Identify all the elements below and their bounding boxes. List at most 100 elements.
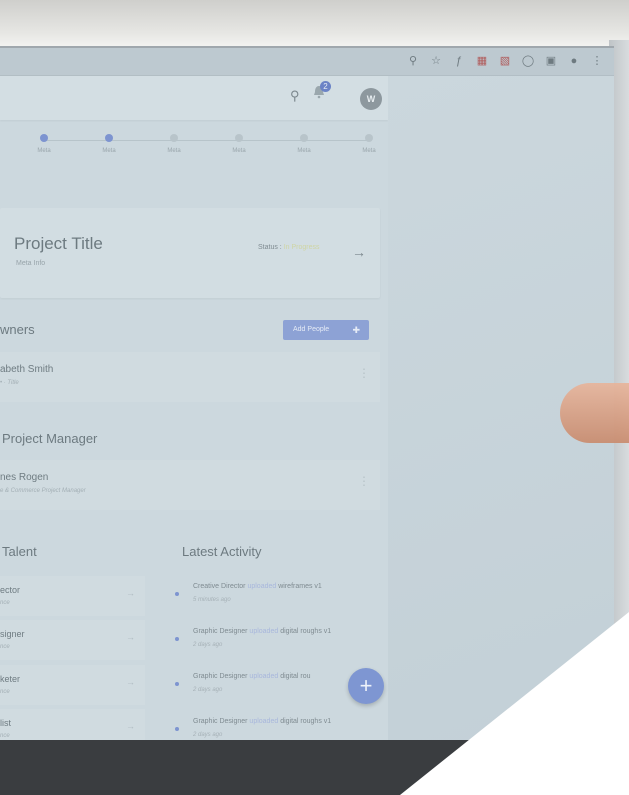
step-dot: [300, 134, 308, 142]
talent-item[interactable]: signer nce →: [0, 620, 145, 660]
activity-object: digital rou: [280, 673, 311, 680]
talent-role: list: [0, 718, 11, 728]
latest-activity-heading: Latest Activity: [182, 544, 262, 559]
app-window: ⚲ 2 W Meta Meta Meta Meta Meta Meta Proj…: [0, 76, 388, 749]
add-fab-button[interactable]: +: [348, 668, 384, 704]
person-name: nes Rogen: [0, 472, 49, 483]
activity-actor: Graphic Designer: [193, 628, 248, 635]
arrow-right-icon: →: [126, 721, 135, 731]
arrow-right-icon: →: [126, 677, 135, 687]
menu-icon[interactable]: ⋮: [590, 54, 604, 68]
step-label: Meta: [167, 148, 181, 154]
activity-item: Graphic Designer uploaded digital roughs…: [165, 619, 380, 663]
extension-icon[interactable]: ▧: [498, 54, 512, 68]
activity-text: Graphic Designer uploaded digital roughs…: [193, 628, 331, 635]
step-3[interactable]: Meta: [144, 134, 204, 154]
step-dot: [170, 134, 178, 142]
more-options-icon[interactable]: ⋮: [358, 366, 370, 380]
status-label: Status : In Progress: [258, 244, 319, 251]
profile-icon[interactable]: ●: [567, 54, 581, 68]
search-icon[interactable]: ⚲: [290, 88, 300, 104]
step-label: Meta: [232, 148, 246, 154]
step-5[interactable]: Meta: [274, 134, 334, 154]
owners-heading: wners: [0, 322, 35, 337]
activity-text: Creative Director uploaded wireframes v1: [193, 583, 322, 590]
activity-time: 2 days ago: [193, 732, 223, 738]
person-title: • · Title: [0, 380, 19, 386]
activity-actor: Graphic Designer: [193, 673, 248, 680]
activity-verb-link[interactable]: uploaded: [249, 628, 278, 635]
activity-verb-link[interactable]: uploaded: [249, 718, 278, 725]
step-label: Meta: [297, 148, 311, 154]
talent-role: ector: [0, 585, 21, 595]
talent-role: keter: [0, 674, 21, 684]
search-icon[interactable]: ⚲: [406, 54, 420, 68]
person-title: e & Commerce Project Manager: [0, 488, 86, 494]
talent-item[interactable]: keter nce →: [0, 665, 145, 705]
activity-dot: [175, 682, 179, 686]
bell-icon[interactable]: 2: [312, 81, 331, 101]
step-4[interactable]: Meta: [209, 134, 269, 154]
add-icon: ✚: [352, 325, 360, 335]
app-header: ⚲ 2 W: [0, 76, 388, 120]
talent-sub: nce: [0, 644, 10, 650]
monitor-screen: ⚲ ☆ ƒ ▦ ▧ ◯ ▣ ● ⋮ ⚲ 2 W Meta Meta Meta M…: [0, 46, 614, 749]
star-icon[interactable]: ☆: [429, 54, 443, 68]
photo-background-top: [0, 0, 629, 46]
script-icon[interactable]: ƒ: [452, 54, 466, 68]
step-2[interactable]: Meta: [79, 134, 139, 154]
progress-stepper: Meta Meta Meta Meta Meta Meta: [0, 120, 388, 160]
activity-dot: [175, 727, 179, 731]
project-title: Project Title: [14, 234, 103, 253]
talent-sub: nce: [0, 600, 10, 606]
step-dot: [365, 134, 373, 142]
project-title-card: Project Title Meta Info Status : In Prog…: [0, 208, 380, 298]
person-name: abeth Smith: [0, 364, 54, 375]
extension-icon[interactable]: ▣: [544, 54, 558, 68]
activity-actor: Creative Director: [193, 583, 246, 590]
camera-icon[interactable]: ◯: [521, 54, 535, 68]
activity-text: Graphic Designer uploaded digital rou: [193, 673, 311, 680]
project-manager-heading: Project Manager: [2, 431, 98, 446]
step-label: Meta: [102, 148, 116, 154]
manager-row[interactable]: nes Rogen e & Commerce Project Manager ⋮: [0, 460, 380, 510]
activity-dot: [175, 592, 179, 596]
hand: [560, 383, 629, 443]
activity-object: digital roughs v1: [280, 628, 332, 635]
step-label: Meta: [37, 148, 51, 154]
step-dot: [40, 134, 48, 142]
activity-time: 2 days ago: [193, 642, 223, 648]
avatar[interactable]: W: [360, 88, 382, 110]
talent-role: signer: [0, 629, 25, 639]
project-meta: Meta Info: [16, 260, 46, 267]
arrow-right-icon[interactable]: →: [352, 244, 366, 260]
status-badge: In Progress: [283, 244, 320, 251]
add-people-button[interactable]: Add People ✚: [283, 320, 369, 340]
extension-icon[interactable]: ▦: [475, 54, 489, 68]
arrow-right-icon: →: [126, 632, 135, 642]
talent-heading: Talent: [2, 544, 37, 559]
activity-dot: [175, 637, 179, 641]
activity-item: Creative Director uploaded wireframes v1…: [165, 574, 380, 618]
activity-actor: Graphic Designer: [193, 718, 248, 725]
step-1[interactable]: Meta: [14, 134, 74, 154]
talent-item[interactable]: ector nce →: [0, 576, 145, 616]
browser-toolbar: ⚲ ☆ ƒ ▦ ▧ ◯ ▣ ● ⋮: [0, 48, 614, 76]
add-people-label: Add People: [293, 326, 330, 333]
step-dot: [235, 134, 243, 142]
status-label-text: Status :: [258, 244, 282, 251]
more-options-icon[interactable]: ⋮: [358, 474, 370, 488]
talent-sub: nce: [0, 689, 10, 695]
arrow-right-icon: →: [126, 588, 135, 598]
activity-verb-link[interactable]: uploaded: [247, 583, 276, 590]
activity-object: digital roughs v1: [280, 718, 332, 725]
talent-sub: nce: [0, 733, 10, 739]
notification-badge: 2: [320, 81, 331, 92]
step-dot: [105, 134, 113, 142]
activity-object: wireframes v1: [278, 583, 322, 590]
activity-time: 5 minutes ago: [193, 597, 231, 603]
activity-time: 2 days ago: [193, 687, 223, 693]
activity-text: Graphic Designer uploaded digital roughs…: [193, 718, 331, 725]
activity-verb-link[interactable]: uploaded: [249, 673, 278, 680]
owner-row[interactable]: abeth Smith • · Title ⋮: [0, 352, 380, 402]
